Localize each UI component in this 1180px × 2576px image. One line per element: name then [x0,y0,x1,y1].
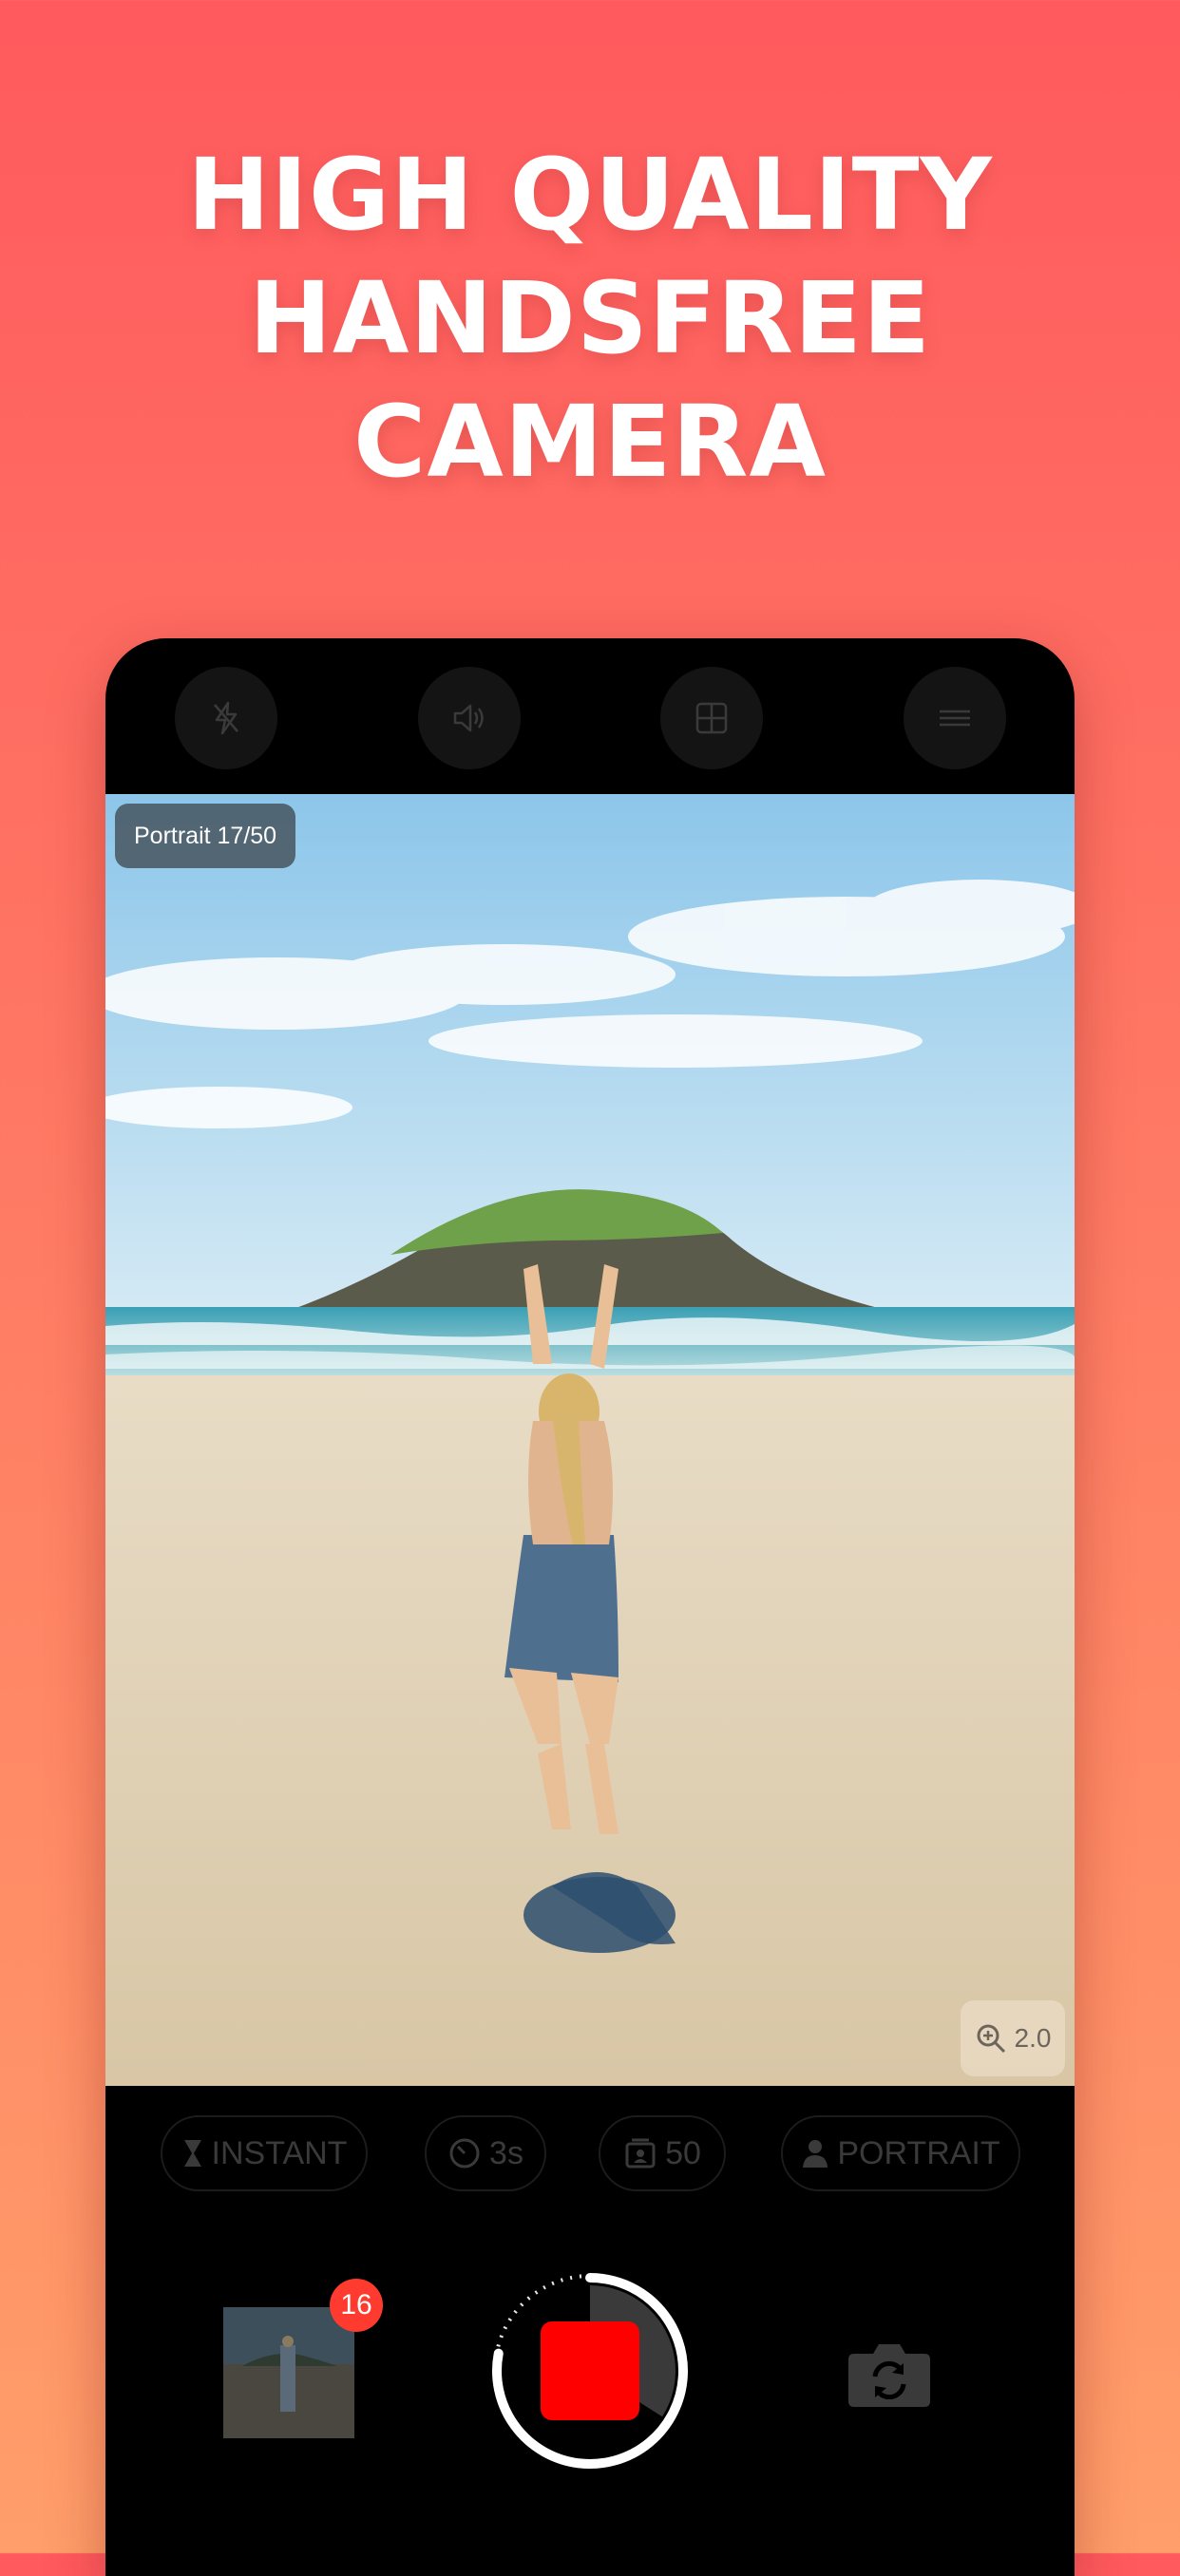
menu-button[interactable] [904,667,1006,769]
portrait-label: PORTRAIT [837,2134,1000,2171]
portrait-mode-pill[interactable]: PORTRAIT [781,2115,1020,2191]
headline-line-3: CAMERA [353,384,827,500]
timer-icon [449,2138,480,2169]
photo-count-pill[interactable]: 50 [599,2115,726,2191]
menu-icon [940,710,970,727]
instant-mode-pill[interactable]: INSTANT [161,2115,368,2191]
timer-label: 3s [489,2134,523,2171]
thumbnail-image [223,2307,354,2438]
camera-viewfinder[interactable]: Portrait 17/50 2.0 [105,794,1075,2086]
headline-line-2: HANDSFREE [248,260,931,376]
mode-badge: Portrait 17/50 [115,804,296,868]
camera-rotate-icon [848,2344,930,2407]
speaker-icon [453,704,484,732]
gallery-count-badge: 16 [330,2279,383,2332]
person-icon [803,2140,828,2168]
switch-camera-button[interactable] [847,2339,932,2409]
timer-pill[interactable]: 3s [425,2115,546,2191]
camera-top-bar [105,638,1075,794]
grid-icon [695,702,728,734]
phone-frame: Portrait 17/50 2.0 INSTANT 3s 50 PORTRAI… [105,638,1075,2576]
sound-button[interactable] [418,667,521,769]
record-stop-icon [541,2321,639,2420]
zoom-level: 2.0 [1014,2023,1052,2053]
zoom-icon [977,2024,1005,2054]
burst-icon [625,2138,656,2169]
headline: HIGH QUALITY HANDSFREE CAMERA [0,133,1180,503]
beach-photo [105,794,1075,2086]
gallery-thumbnail[interactable] [223,2307,354,2438]
zoom-indicator[interactable]: 2.0 [961,2000,1065,2076]
shutter-ring [492,2273,688,2469]
flash-button[interactable] [175,667,277,769]
flash-off-icon [214,701,238,735]
hourglass-icon [183,2140,201,2167]
headline-line-1: HIGH QUALITY [187,137,993,253]
photo-count-label: 50 [665,2134,701,2171]
shutter-button[interactable] [487,2268,693,2473]
grid-button[interactable] [660,667,763,769]
instant-label: INSTANT [211,2134,348,2171]
